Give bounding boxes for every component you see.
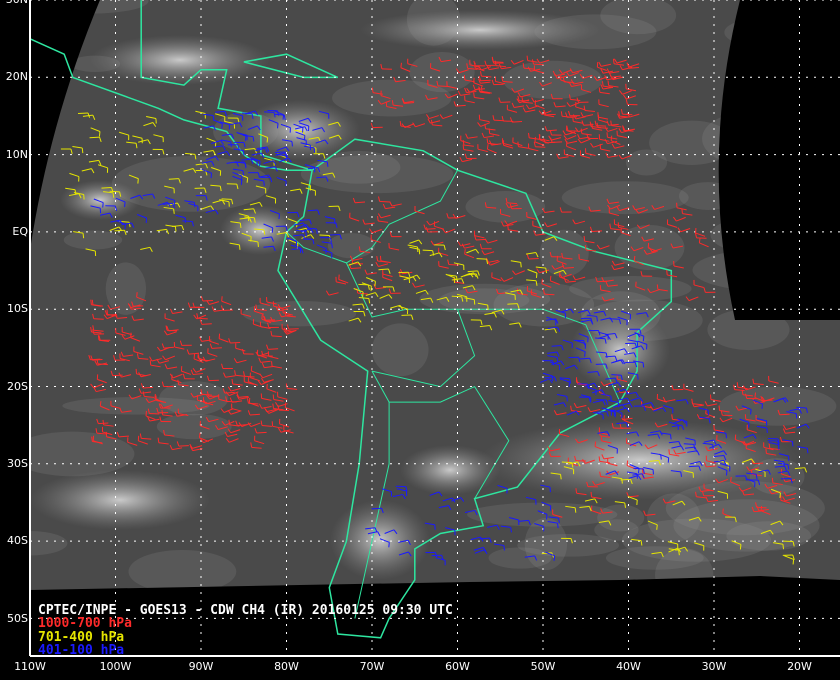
lat-label: 30S: [7, 456, 28, 470]
lat-label: 10N: [5, 147, 28, 161]
legend-high-level: 401-100 hPa: [38, 643, 125, 658]
lon-label: 30W: [701, 660, 727, 673]
lat-label: 30N: [2, 0, 28, 6]
lon-label: 100W: [99, 660, 132, 673]
legend-low-level: 1000-700 hPa: [38, 616, 132, 631]
lon-label: 90W: [188, 660, 214, 673]
lon-label: 110W: [14, 660, 46, 673]
lat-label: 50S: [7, 611, 28, 625]
lat-label: 20N: [5, 70, 28, 84]
satellite-map: [29, 0, 840, 657]
lon-label: 80W: [274, 660, 299, 673]
lat-label: 10S: [7, 302, 28, 316]
lon-label: 20W: [787, 660, 812, 673]
lat-label: 20S: [7, 379, 28, 393]
lat-label: 40S: [7, 534, 28, 548]
lon-label: 40W: [616, 660, 641, 673]
lat-label: EQ: [12, 225, 28, 238]
lon-label: 70W: [359, 660, 385, 673]
lon-label: 60W: [445, 660, 470, 673]
lon-label: 50W: [530, 660, 556, 673]
